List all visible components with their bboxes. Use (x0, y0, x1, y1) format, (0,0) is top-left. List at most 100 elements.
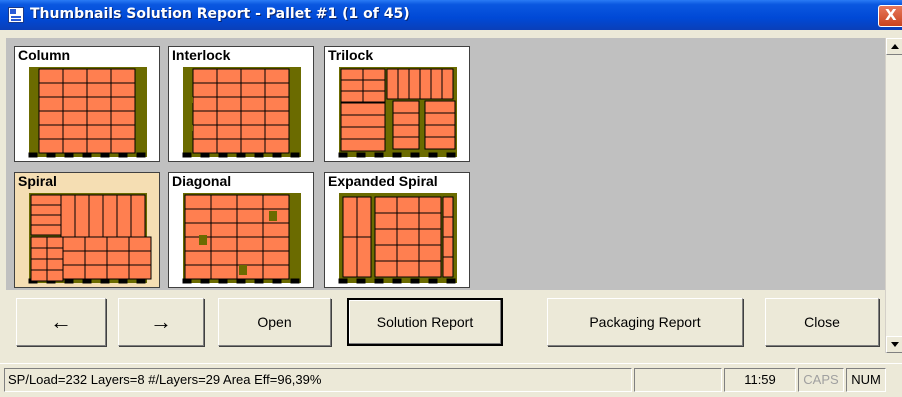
pallet-box (106, 264, 130, 280)
pallet-box (110, 96, 136, 112)
pallet-block (118, 152, 128, 158)
pallet-block (100, 152, 110, 158)
pallet-box (408, 68, 421, 100)
thumbnail-interlock[interactable]: Interlock (168, 46, 314, 162)
pallet-box (110, 124, 136, 140)
pallet-box (340, 102, 386, 116)
pallet-box (60, 194, 76, 238)
pallet-box (418, 260, 442, 278)
pallet-box (216, 138, 242, 154)
pallet-box (62, 110, 88, 126)
pallet-box (216, 68, 242, 84)
pallet-box (84, 236, 108, 252)
pallet-box (442, 216, 454, 238)
pallet-box (46, 258, 64, 271)
pallet-box (262, 264, 290, 280)
pallet-box (192, 110, 218, 126)
pallet-box (418, 196, 442, 214)
pallet-box (374, 196, 398, 214)
pallet-block (374, 152, 384, 158)
pallet-box (86, 68, 112, 84)
pallet-box (110, 138, 136, 154)
pallet-box (84, 264, 108, 280)
thumbnail-expanded-spiral[interactable]: Expanded Spiral (324, 172, 470, 288)
pallet-box (236, 250, 264, 266)
pallet-gap (183, 125, 193, 131)
pallet-box (442, 196, 454, 218)
pallet-box (397, 68, 410, 100)
thumbnail-trilock[interactable]: Trilock (324, 46, 470, 162)
next-button[interactable]: → (118, 298, 204, 346)
pallet-block (64, 278, 74, 284)
thumbnail-label: Spiral (18, 173, 57, 189)
pallet-box (74, 194, 90, 238)
pallet-pattern-interlock (182, 67, 301, 158)
pallet-box (62, 96, 88, 112)
pallet-box (210, 208, 238, 224)
pallet-box (392, 124, 420, 138)
pallet-box (342, 236, 358, 278)
pallet-block (356, 152, 366, 158)
pallet-block (200, 278, 210, 284)
pallet-pattern-column (28, 67, 147, 158)
pallet-box (128, 250, 152, 266)
window-title: Thumbnails Solution Report - Pallet #1 (… (30, 6, 410, 22)
pallet-box (86, 124, 112, 140)
previous-button[interactable]: ← (16, 298, 106, 346)
close-button[interactable]: Close (765, 298, 879, 346)
pallet-block (428, 278, 438, 284)
pallet-block (446, 152, 456, 158)
pallet-box (240, 96, 266, 112)
pallet-box (210, 264, 238, 280)
pallet-box (86, 82, 112, 98)
thumbnail-label: Interlock (172, 47, 231, 63)
pallet-box (340, 126, 386, 140)
pallet-pattern-diagonal (182, 193, 301, 284)
pallet-box (374, 228, 398, 246)
pallet-box (396, 228, 420, 246)
pallet-box (424, 124, 456, 138)
pallet-box (30, 258, 48, 271)
pallet-box (240, 124, 266, 140)
pallet-box (216, 96, 242, 112)
pallet-box (442, 256, 454, 278)
thumbnail-diagonal[interactable]: Diagonal (168, 172, 314, 288)
pallet-box (418, 244, 442, 262)
pallet-box (340, 114, 386, 128)
pallet-block (236, 152, 246, 158)
scroll-down-button[interactable] (886, 336, 902, 353)
pallet-box (46, 247, 64, 260)
scroll-up-button[interactable] (886, 38, 902, 55)
pallet-box (362, 68, 386, 81)
pallet-block (410, 278, 420, 284)
pallet-box (340, 79, 364, 92)
thumbnail-label: Column (18, 47, 71, 63)
pallet-block (136, 278, 146, 284)
pallet-box (396, 212, 420, 230)
pallet-block (428, 152, 438, 158)
open-button[interactable]: Open (218, 298, 331, 346)
status-caps: CAPS (798, 368, 844, 392)
window-close-button[interactable]: X (878, 5, 902, 27)
pallet-box (356, 196, 372, 238)
packaging-report-button[interactable]: Packaging Report (547, 298, 743, 346)
pallet-box (240, 110, 266, 126)
pallet-block (392, 278, 402, 284)
thumbnail-spiral[interactable]: Spiral (14, 172, 160, 288)
pallet-box (236, 236, 264, 252)
thumbnail-column[interactable]: Column (14, 46, 160, 162)
pallet-block (118, 278, 128, 284)
thumbnail-label: Expanded Spiral (328, 173, 438, 189)
pallet-box (62, 124, 88, 140)
pallet-block (338, 152, 348, 158)
pallet-box (264, 68, 290, 84)
thumbnail-label: Diagonal (172, 173, 232, 189)
solution-report-button[interactable]: Solution Report (347, 298, 503, 346)
title-bar[interactable]: Thumbnails Solution Report - Pallet #1 (… (0, 0, 902, 30)
pallet-box (340, 138, 386, 152)
pallet-block (338, 278, 348, 284)
pallet-box (192, 82, 218, 98)
vertical-scrollbar[interactable] (885, 38, 902, 353)
pallet-box (216, 110, 242, 126)
pallet-box (236, 222, 264, 238)
